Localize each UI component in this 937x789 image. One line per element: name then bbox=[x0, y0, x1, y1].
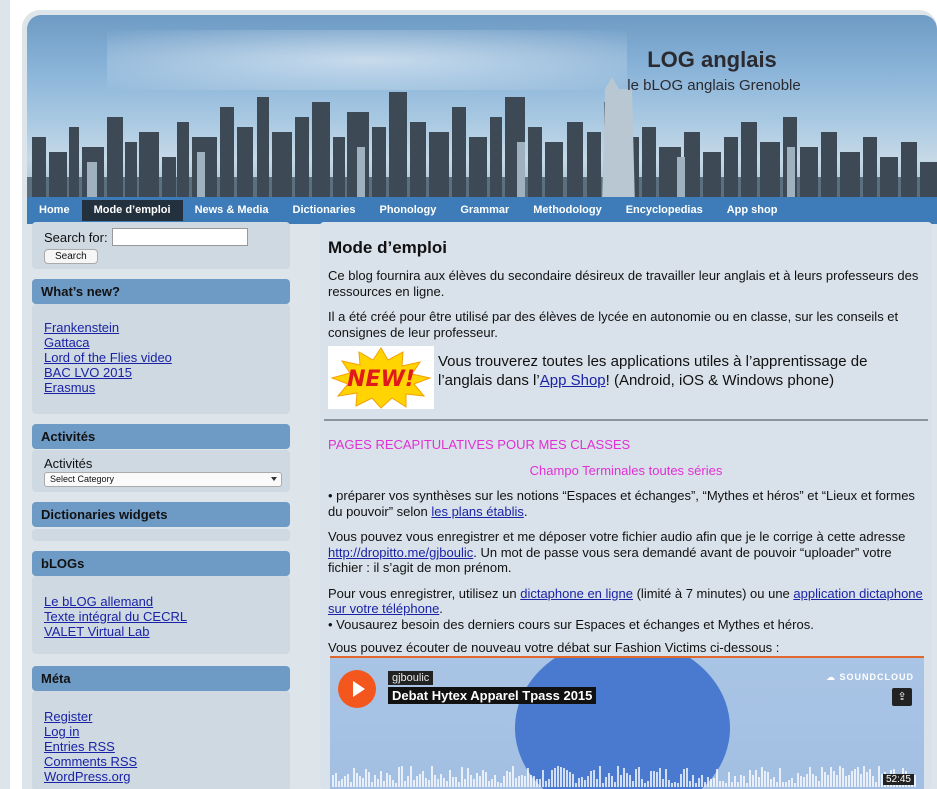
record-paragraph: Vous pouvez vous enregistrer et me dépos… bbox=[328, 529, 906, 575]
header-banner: LOG anglais le bLOG anglais Grenoble bbox=[27, 15, 937, 207]
synthesis-paragraph: • préparer vos synthèses sur les notions… bbox=[328, 488, 915, 519]
blog-link[interactable]: VALET Virtual Lab bbox=[44, 624, 278, 639]
nav-item-news-media[interactable]: News & Media bbox=[183, 200, 281, 221]
app-shop-text: Vous trouverez toutes les applications u… bbox=[438, 353, 868, 389]
plans-link[interactable]: les plans établis bbox=[431, 504, 524, 519]
recap-subheading: Champo Terminales toutes séries bbox=[529, 462, 723, 478]
main-nav: Home Mode d’emploi News & Media Dictiona… bbox=[27, 197, 937, 224]
whats-new-list: Frankenstein Gattaca Lord of the Flies v… bbox=[32, 304, 290, 414]
waveform[interactable] bbox=[332, 753, 922, 789]
category-select[interactable]: Select Category bbox=[44, 472, 282, 487]
nav-item-encyclopedias[interactable]: Encyclopedias bbox=[614, 200, 715, 221]
meta-list: Register Log in Entries RSS Comments RSS… bbox=[32, 691, 290, 789]
meta-link[interactable]: Register bbox=[44, 709, 278, 724]
track-user[interactable]: gjboulic bbox=[388, 671, 434, 685]
nav-item-app-shop[interactable]: App shop bbox=[715, 200, 790, 221]
sidebar: Search for: Search What’s new? Frankenst… bbox=[32, 222, 290, 789]
dictionaries-widgets-body bbox=[32, 529, 290, 541]
blog-link[interactable]: Texte intégral du CECRL bbox=[44, 609, 278, 624]
nav-item-phonology[interactable]: Phonology bbox=[368, 200, 449, 221]
page-edge bbox=[0, 0, 10, 789]
recap-heading: PAGES RECAPITULATIVES POUR MES CLASSES bbox=[328, 437, 631, 452]
whats-new-link[interactable]: Lord of the Flies video bbox=[44, 350, 278, 365]
nav-item-dictionaries[interactable]: Dictionaries bbox=[281, 200, 368, 221]
activites-title: Activités bbox=[32, 424, 290, 449]
app-shop-promo: NEW! Vous trouverez toutes les applicati… bbox=[328, 346, 924, 409]
site-subtitle: le bLOG anglais Grenoble bbox=[627, 77, 801, 94]
nav-item-grammar[interactable]: Grammar bbox=[448, 200, 521, 221]
search-widget: Search for: Search bbox=[32, 222, 290, 269]
activites-widget: Activités Select Category bbox=[32, 450, 290, 492]
meta-title: Méta bbox=[32, 666, 290, 691]
search-label: Search for: bbox=[44, 229, 108, 245]
usage-paragraph: Il a été créé pour être utilisé par des … bbox=[328, 309, 899, 340]
nav-item-mode-emploi[interactable]: Mode d’emploi bbox=[81, 200, 183, 221]
soundcloud-logo[interactable]: ☁ SOUNDCLOUD bbox=[826, 672, 914, 683]
blog-link[interactable]: Le bLOG allemand bbox=[44, 594, 278, 609]
whats-new-link[interactable]: Frankenstein bbox=[44, 320, 278, 335]
cloud-icon: ☁ bbox=[825, 672, 840, 682]
play-button[interactable] bbox=[338, 670, 376, 708]
divider bbox=[324, 419, 928, 421]
svg-text:NEW!: NEW! bbox=[347, 367, 415, 392]
dictaphone-paragraph: Pour vous enregistrer, utilisez un dicta… bbox=[328, 585, 923, 632]
page-title: Mode d’emploi bbox=[328, 238, 447, 257]
skyline-image bbox=[27, 77, 937, 207]
meta-link[interactable]: WordPress.org bbox=[44, 769, 278, 784]
meta-link[interactable]: Comments RSS bbox=[44, 754, 278, 769]
track-title[interactable]: Debat Hytex Apparel Tpass 2015 bbox=[388, 687, 597, 704]
whats-new-link[interactable]: BAC LVO 2015 bbox=[44, 365, 278, 380]
meta-link[interactable]: Entries RSS bbox=[44, 739, 278, 754]
nav-item-home[interactable]: Home bbox=[27, 200, 82, 221]
new-badge-image: NEW! bbox=[328, 346, 434, 409]
app-shop-link[interactable]: App Shop bbox=[540, 372, 606, 389]
intro-paragraph: Ce blog fournira aux élèves du secondair… bbox=[328, 268, 919, 299]
whats-new-title: What’s new? bbox=[32, 279, 290, 304]
search-input[interactable] bbox=[111, 228, 248, 246]
track-duration: 52:45 bbox=[882, 774, 914, 785]
soundcloud-player: gjboulic Debat Hytex Apparel Tpass 2015 … bbox=[330, 656, 924, 789]
activites-label: Activités bbox=[44, 456, 93, 471]
search-button[interactable]: Search bbox=[44, 249, 98, 264]
meta-link[interactable]: Log in bbox=[44, 724, 278, 739]
blogs-list: Le bLOG allemand Texte intégral du CECRL… bbox=[32, 576, 290, 654]
site-title[interactable]: LOG anglais bbox=[612, 47, 812, 73]
dictionaries-widgets-title: Dictionaries widgets bbox=[32, 502, 290, 527]
whats-new-link[interactable]: Gattaca bbox=[44, 335, 278, 350]
nav-item-methodology[interactable]: Methodology bbox=[521, 200, 613, 221]
dropitto-link[interactable]: http://dropitto.me/gjboulic bbox=[328, 545, 473, 560]
share-icon[interactable]: ⇪ bbox=[892, 688, 912, 706]
listen-paragraph: Vous pouvez écouter de nouveau votre déb… bbox=[328, 640, 780, 655]
online-dictaphone-link[interactable]: dictaphone en ligne bbox=[520, 586, 633, 601]
blogs-title: bLOGs bbox=[32, 551, 290, 576]
whats-new-link[interactable]: Erasmus bbox=[44, 380, 278, 395]
